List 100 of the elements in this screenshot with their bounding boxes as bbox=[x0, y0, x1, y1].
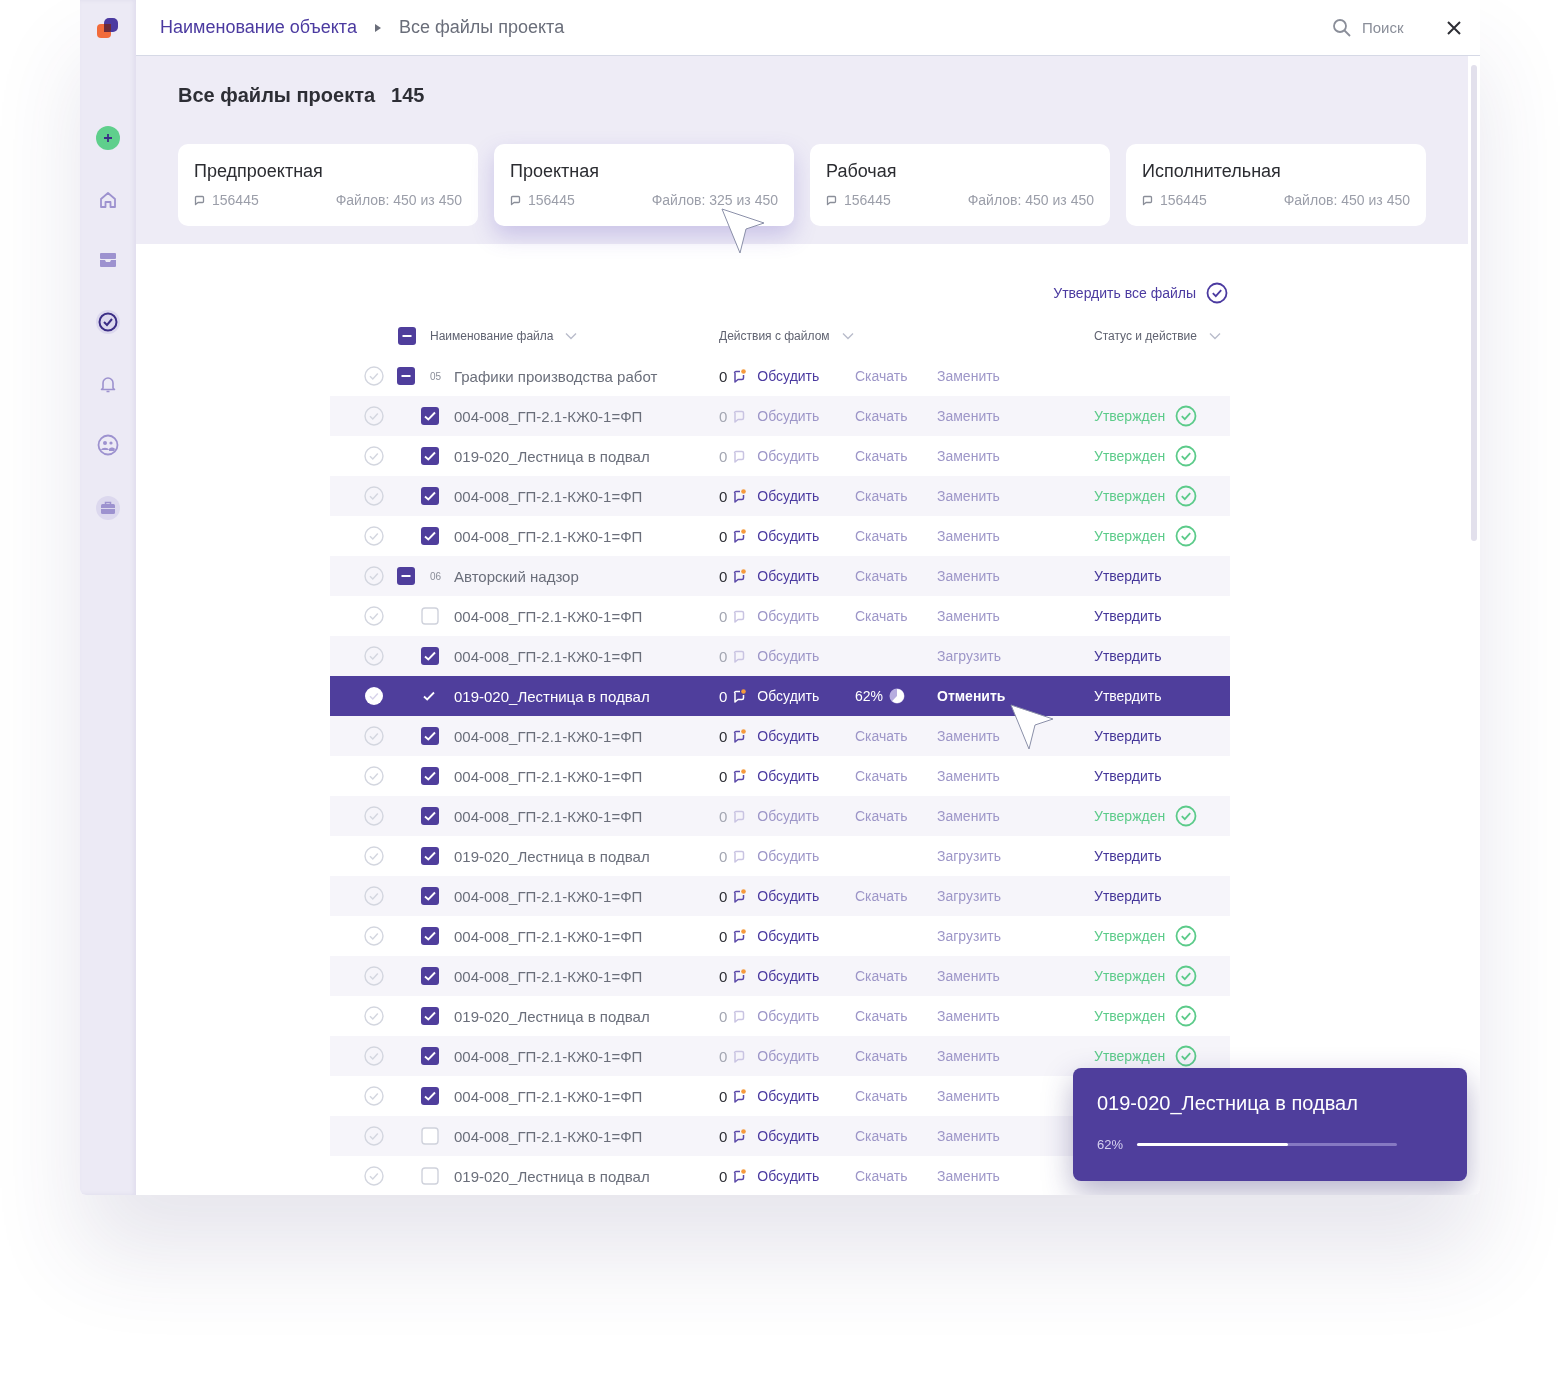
selected-row[interactable]: 019-020_Лестница в подвал 0 Обсудить 62% Отменить Утвердить bbox=[330, 676, 1230, 716]
replace-link[interactable]: Заменить bbox=[937, 1008, 1094, 1024]
replace-link[interactable]: Заменить bbox=[937, 808, 1094, 824]
discuss-link[interactable]: Обсудить bbox=[753, 488, 820, 504]
file-row[interactable]: 004-008_ГП-2.1-КЖ0-1=ФП 0 Обсудить Скачать Заменить Утвердить bbox=[330, 716, 1230, 756]
replace-link[interactable]: Заменить bbox=[937, 768, 1094, 784]
download-link[interactable]: Скачать bbox=[855, 768, 937, 784]
download-link[interactable]: Скачать bbox=[855, 808, 937, 824]
download-link[interactable]: Скачать bbox=[855, 1168, 937, 1184]
discuss-link[interactable]: Обсудить bbox=[753, 408, 820, 424]
download-link[interactable]: Скачать bbox=[855, 1008, 937, 1024]
download-link[interactable]: Скачать bbox=[855, 728, 937, 744]
download-link[interactable]: Скачать bbox=[855, 608, 937, 624]
search-field[interactable]: Поиск bbox=[1362, 19, 1410, 36]
approve-link[interactable]: Утвердить bbox=[1094, 768, 1162, 784]
file-row[interactable]: 004-008_ГП-2.1-КЖ0-1=ФП 0 Обсудить Скачать Заменить Утвержден bbox=[330, 1036, 1230, 1076]
discuss-link[interactable]: Обсудить bbox=[753, 1088, 820, 1104]
file-row[interactable]: 004-008_ГП-2.1-КЖ0-1=ФП 0 Обсудить Скачать Загрузить Утвердить bbox=[330, 876, 1230, 916]
file-name: 019-020_Лестница в подвал bbox=[454, 687, 651, 705]
file-row[interactable]: 019-020_Лестница в подвал 0 Обсудить Скачать Заменить Утвержден bbox=[330, 436, 1230, 476]
approve-link[interactable]: Утвердить bbox=[1094, 568, 1162, 584]
discuss-link[interactable]: Обсудить bbox=[753, 448, 820, 464]
file-name: 004-008_ГП-2.1-КЖ0-1=ФП bbox=[454, 1127, 644, 1145]
breadcrumb-link[interactable]: Наименование объекта bbox=[160, 17, 357, 38]
file-row[interactable]: 019-020_Лестница в подвал 0 Обсудить Скачать Заменить Утвержден bbox=[330, 996, 1230, 1036]
download-link[interactable]: Скачать bbox=[855, 968, 937, 984]
approve-all-link[interactable]: Утвердить все файлы bbox=[1053, 282, 1228, 304]
replace-link[interactable]: Загрузить bbox=[937, 888, 1094, 904]
discuss-link[interactable]: Обсудить bbox=[753, 808, 820, 824]
replace-link[interactable]: Загрузить bbox=[937, 848, 1094, 864]
discuss-link[interactable]: Обсудить bbox=[753, 1128, 820, 1144]
approve-link[interactable]: Утвердить bbox=[1094, 728, 1162, 744]
file-row[interactable]: 004-008_ГП-2.1-КЖ0-1=ФП 0 Обсудить Скачать Заменить Утвержден bbox=[330, 956, 1230, 996]
download-link[interactable]: Скачать bbox=[855, 408, 937, 424]
discuss-link[interactable]: Обсудить bbox=[753, 968, 820, 984]
replace-link[interactable]: Заменить bbox=[937, 488, 1094, 504]
discuss-link[interactable]: Обсудить bbox=[753, 888, 820, 904]
comment-count: 156445 bbox=[1160, 192, 1207, 208]
comment-count: 0 bbox=[719, 687, 728, 705]
discuss-link[interactable]: Обсудить bbox=[753, 608, 820, 624]
file-row[interactable]: 004-008_ГП-2.1-КЖ0-1=ФП 0 Обсудить Скачать Заменить Утвержден bbox=[330, 396, 1230, 436]
file-row[interactable]: 004-008_ГП-2.1-КЖ0-1=ФП 0 Обсудить Скачать Заменить Утвержден bbox=[330, 476, 1230, 516]
replace-link[interactable]: Заменить bbox=[937, 448, 1094, 464]
stage-card[interactable]: Предпроектная 156445 Файлов: 450 из 450 bbox=[178, 144, 478, 226]
replace-link[interactable]: Заменить bbox=[937, 408, 1094, 424]
approve-link[interactable]: Утвердить bbox=[1094, 608, 1162, 624]
download-link[interactable]: Скачать bbox=[855, 1048, 937, 1064]
replace-link[interactable]: Заменить bbox=[937, 368, 1094, 384]
approve-link[interactable]: Утвердить bbox=[1094, 888, 1162, 904]
file-row[interactable]: 019-020_Лестница в подвал 0 Обсудить Загрузить Утвердить bbox=[330, 836, 1230, 876]
download-link[interactable]: Скачать bbox=[855, 888, 937, 904]
approve-link[interactable]: Утвердить bbox=[1094, 648, 1162, 664]
stage-card[interactable]: Исполнительная 156445 Файлов: 450 из 450 bbox=[1126, 144, 1426, 226]
download-link[interactable]: Скачать bbox=[855, 488, 937, 504]
stage-card[interactable]: Рабочая 156445 Файлов: 450 из 450 bbox=[810, 144, 1110, 226]
discuss-link[interactable]: Обсудить bbox=[753, 688, 820, 704]
file-row[interactable]: 004-008_ГП-2.1-КЖ0-1=ФП 0 Обсудить Загрузить Утвердить bbox=[330, 636, 1230, 676]
discuss-link[interactable]: Обсудить bbox=[753, 848, 820, 864]
discuss-link[interactable]: Обсудить bbox=[753, 648, 820, 664]
discuss-link[interactable]: Обсудить bbox=[753, 1008, 820, 1024]
column-header[interactable]: Статус и действие bbox=[1094, 329, 1197, 343]
replace-link[interactable]: Заменить bbox=[937, 1048, 1094, 1064]
download-link[interactable]: Скачать bbox=[855, 528, 937, 544]
download-link[interactable]: Скачать bbox=[855, 368, 937, 384]
download-link[interactable]: Скачать bbox=[855, 1088, 937, 1104]
approve-link[interactable]: Утвердить bbox=[1094, 688, 1162, 704]
replace-link[interactable]: Заменить bbox=[937, 528, 1094, 544]
download-link[interactable]: Скачать bbox=[855, 568, 937, 584]
file-row[interactable]: 004-008_ГП-2.1-КЖ0-1=ФП 0 Обсудить Загрузить Утвержден bbox=[330, 916, 1230, 956]
download-link[interactable]: Скачать bbox=[855, 1128, 937, 1144]
file-row[interactable]: 004-008_ГП-2.1-КЖ0-1=ФП 0 Обсудить Скачать Заменить Утвердить bbox=[330, 756, 1230, 796]
replace-link[interactable]: Загрузить bbox=[937, 648, 1094, 664]
file-row[interactable]: 004-008_ГП-2.1-КЖ0-1=ФП 0 Обсудить Скачать Заменить Утвержден bbox=[330, 796, 1230, 836]
discuss-link[interactable]: Обсудить bbox=[753, 728, 820, 744]
file-name: 019-020_Лестница в подвал bbox=[454, 447, 651, 465]
discuss-link[interactable]: Обсудить bbox=[753, 368, 820, 384]
discuss-link[interactable]: Обсудить bbox=[753, 928, 820, 944]
download-link[interactable]: Скачать bbox=[855, 448, 937, 464]
discuss-link[interactable]: Обсудить bbox=[753, 1168, 820, 1184]
file-name: 004-008_ГП-2.1-КЖ0-1=ФП bbox=[454, 967, 644, 985]
replace-link[interactable]: Заменить bbox=[937, 728, 1094, 744]
replace-link[interactable]: Загрузить bbox=[937, 928, 1094, 944]
file-row[interactable]: 05 Графики производства работ 0 Обсудить Скачать Заменить bbox=[330, 356, 1230, 396]
approve-link[interactable]: Утвердить bbox=[1094, 848, 1162, 864]
file-row[interactable]: 019-020_Лестница в подвал 0 Обсудить Скачать Заменить bbox=[330, 1156, 1230, 1195]
file-name: 019-020_Лестница в подвал bbox=[454, 1007, 651, 1025]
replace-link[interactable]: Заменить bbox=[937, 568, 1094, 584]
discuss-link[interactable]: Обсудить bbox=[753, 528, 820, 544]
file-row[interactable]: 06 Авторский надзор 0 Обсудить Скачать Заменить Утвердить bbox=[330, 556, 1230, 596]
replace-link[interactable]: Заменить bbox=[937, 968, 1094, 984]
file-row[interactable]: 004-008_ГП-2.1-КЖ0-1=ФП 0 Обсудить Скачать Заменить Утвердить bbox=[330, 596, 1230, 636]
discuss-link[interactable]: Обсудить bbox=[753, 768, 820, 784]
replace-link[interactable]: Заменить bbox=[937, 608, 1094, 624]
status-label: Утвержден bbox=[1094, 968, 1166, 984]
discuss-link[interactable]: Обсудить bbox=[753, 1048, 820, 1064]
discuss-link[interactable]: Обсудить bbox=[753, 568, 820, 584]
column-header[interactable]: Наименование файла bbox=[430, 329, 554, 343]
column-header[interactable]: Действия с файлом bbox=[719, 329, 830, 343]
cancel-link[interactable]: Отменить bbox=[937, 688, 1094, 704]
file-row[interactable]: 004-008_ГП-2.1-КЖ0-1=ФП 0 Обсудить Скачать Заменить Утвержден bbox=[330, 516, 1230, 556]
